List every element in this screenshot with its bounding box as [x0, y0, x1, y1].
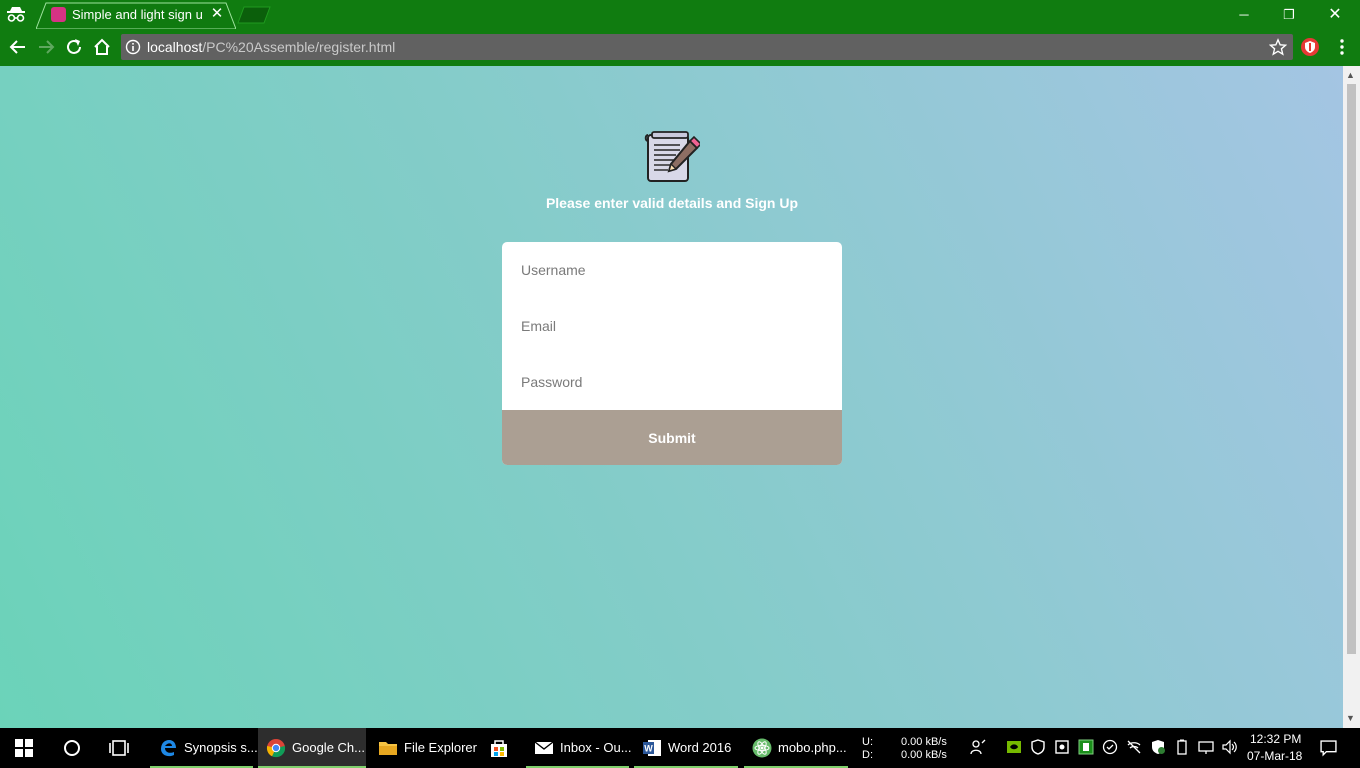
defender-icon[interactable]	[1102, 739, 1118, 755]
store-icon	[491, 740, 507, 757]
action-center-icon[interactable]	[1320, 740, 1337, 757]
url-text[interactable]: localhost/PC%20Assemble/register.html	[147, 39, 395, 55]
clock-date[interactable]: 07-Mar-18	[1247, 749, 1302, 763]
tab-title: Simple and light sign up	[72, 7, 202, 22]
clock-time[interactable]: 12:32 PM	[1250, 732, 1301, 746]
network-icon[interactable]	[1198, 739, 1214, 755]
taskbar-item-label: Inbox - Ou...	[560, 740, 632, 755]
tab-close-icon[interactable]: ✕	[209, 6, 225, 22]
app-green-icon[interactable]	[1078, 739, 1094, 755]
submit-button[interactable]: Submit	[502, 410, 842, 465]
scrollbar-thumb[interactable]	[1347, 84, 1356, 654]
taskbar-item-label: Synopsis s...	[184, 740, 258, 755]
net-up-speed: 0.00 kB/s	[901, 736, 947, 748]
net-down-label: D:	[862, 749, 873, 761]
bookmark-star-icon[interactable]	[1269, 38, 1287, 56]
settings-gear-icon[interactable]	[1054, 739, 1070, 755]
scroll-down-arrow-icon[interactable]: ▼	[1346, 713, 1355, 723]
taskbar-item-atom[interactable]: mobo.php...	[744, 728, 848, 768]
task-view-icon[interactable]	[108, 738, 130, 758]
taskbar-item-label: Google Ch...	[292, 740, 365, 755]
taskbar-item-label: Word 2016	[668, 740, 732, 755]
wifi-off-icon[interactable]	[1126, 739, 1142, 755]
security-shield-icon[interactable]	[1030, 739, 1046, 755]
battery-icon[interactable]	[1174, 739, 1190, 755]
page-subtitle: Please enter valid details and Sign Up	[545, 195, 799, 211]
windows-start-icon[interactable]	[15, 739, 33, 757]
taskbar-item-store[interactable]	[481, 728, 521, 768]
windows-security-icon[interactable]	[1150, 739, 1166, 755]
tab-favicon-icon	[51, 7, 66, 22]
home-icon[interactable]	[92, 37, 112, 57]
taskbar-item-file-explorer[interactable]: File Explorer	[370, 728, 477, 768]
atom-icon	[752, 738, 772, 758]
scroll-up-arrow-icon[interactable]: ▲	[1346, 70, 1355, 80]
close-window-button[interactable]: ✕	[1312, 0, 1358, 29]
volume-icon[interactable]	[1222, 739, 1238, 755]
svg-text:W: W	[644, 744, 653, 754]
restore-button[interactable]: ❐	[1266, 0, 1312, 29]
notepad-pencil-logo-icon	[644, 131, 700, 182]
signup-form: Submit	[502, 242, 842, 465]
taskbar-item-label: mobo.php...	[778, 740, 847, 755]
cortana-search-icon[interactable]	[62, 738, 82, 758]
taskbar-item-mail[interactable]: Inbox - Ou...	[526, 728, 632, 768]
net-up-label: U:	[862, 736, 873, 748]
chrome-icon	[266, 739, 286, 758]
new-tab-button[interactable]	[236, 6, 272, 24]
back-arrow-icon[interactable]	[8, 37, 28, 57]
nvidia-icon[interactable]	[1006, 739, 1022, 755]
taskbar-item-word[interactable]: W Word 2016	[634, 728, 738, 768]
taskbar-item-label: File Explorer	[404, 740, 477, 755]
taskbar-item-edge[interactable]: Synopsis s...	[150, 728, 258, 768]
email-input[interactable]	[502, 298, 842, 354]
extension-shield-icon[interactable]	[1300, 37, 1320, 57]
reload-icon[interactable]	[64, 37, 84, 57]
incognito-icon	[7, 7, 25, 22]
minimize-button[interactable]: ─	[1221, 0, 1267, 29]
username-input[interactable]	[502, 242, 842, 298]
folder-icon	[379, 742, 397, 755]
net-down-speed: 0.00 kB/s	[901, 749, 947, 761]
info-icon[interactable]	[125, 39, 141, 55]
url-path: /PC%20Assemble/register.html	[202, 39, 396, 55]
taskbar-item-chrome[interactable]: Google Ch...	[258, 728, 366, 768]
people-icon[interactable]	[970, 739, 986, 755]
url-host: localhost	[147, 39, 203, 55]
mail-icon	[534, 741, 554, 754]
menu-kebab-icon[interactable]	[1334, 37, 1350, 57]
password-input[interactable]	[502, 354, 842, 410]
word-icon: W	[643, 740, 661, 756]
edge-icon	[161, 740, 176, 757]
forward-arrow-icon[interactable]	[36, 37, 56, 57]
